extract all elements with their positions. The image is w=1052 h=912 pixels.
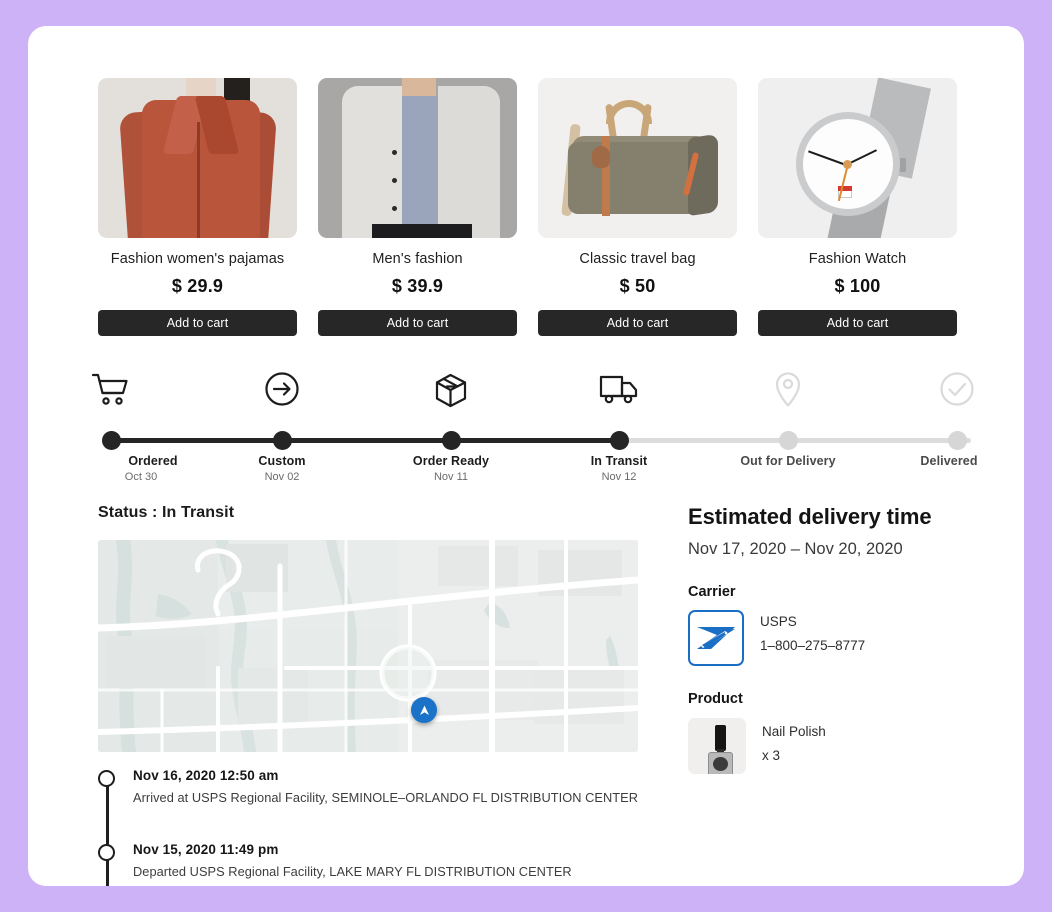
stepper-dot [101, 431, 121, 450]
product-price: $ 29.9 [171, 276, 224, 296]
product-heading: Product [688, 691, 743, 707]
product-image-travel-bag[interactable] [538, 78, 737, 238]
product-price: $ 50 [619, 276, 656, 296]
stepper-label: Delivered [920, 454, 978, 468]
stepper-label: In Transit [590, 454, 648, 468]
carrier-row: USPS 1–800–275–8777 [688, 610, 988, 666]
stepper-date: Nov 11 [433, 471, 469, 483]
carrier-heading: Carrier [688, 584, 736, 600]
product-price: $ 39.9 [391, 276, 444, 296]
stepper-dot [778, 431, 798, 450]
product-title: Men's fashion [372, 251, 463, 267]
history-item: Nov 15, 2020 11:49 pm Departed USPS Regi… [98, 842, 738, 879]
history-datetime: Nov 15, 2020 11:49 pm [133, 842, 279, 857]
history-datetime: Nov 16, 2020 12:50 am [133, 768, 279, 783]
order-tracking-card: Fashion women's pajamas $ 29.9 Add to ca… [28, 26, 1024, 886]
ordered-product-quantity: x 3 [762, 748, 781, 763]
history-dot-icon [98, 844, 115, 861]
product-title: Fashion Watch [808, 251, 907, 267]
navigation-arrow-marker[interactable] [411, 697, 437, 723]
history-dot-icon [98, 770, 115, 787]
stepper-date: Nov 02 [264, 471, 300, 483]
product-image-watch[interactable] [758, 78, 957, 238]
stepper-dot [609, 431, 629, 450]
add-to-cart-button[interactable]: Add to cart [758, 310, 957, 336]
history-description: Arrived at USPS Regional Facility, SEMIN… [133, 790, 639, 805]
carrier-phone[interactable]: 1–800–275–8777 [760, 638, 865, 653]
product-price: $ 100 [834, 276, 881, 296]
map-pin-icon [758, 368, 818, 410]
stepper-track-fill [111, 438, 624, 443]
delivery-truck-icon [589, 368, 649, 410]
navigation-arrow-icon [419, 705, 429, 715]
order-progress-stepper: Ordered Oct 30 Custom Nov 02 Order Ready… [91, 356, 987, 486]
product-image-pajamas[interactable] [98, 78, 297, 238]
usps-eagle-glyph [697, 627, 735, 649]
stepper-dot [272, 431, 292, 450]
check-circle-icon [927, 368, 987, 410]
product-card[interactable]: Men's fashion $ 39.9 Add to cart [318, 78, 517, 336]
estimated-delivery-range: Nov 17, 2020 – Nov 20, 2020 [688, 540, 903, 558]
stepper-label: Out for Delivery [740, 454, 836, 468]
shopping-cart-icon [81, 368, 141, 410]
product-title: Classic travel bag [579, 251, 696, 267]
arrow-right-circle-icon [252, 368, 312, 410]
stepper-label: Custom [258, 454, 306, 468]
stepper-label: Ordered [128, 454, 178, 468]
product-list: Fashion women's pajamas $ 29.9 Add to ca… [98, 78, 984, 336]
usps-eagle-logo-icon [688, 610, 744, 666]
stepper-dot [441, 431, 461, 450]
ordered-product-name: Nail Polish [762, 724, 826, 739]
package-box-icon [421, 368, 481, 410]
product-image-mens-fashion[interactable] [318, 78, 517, 238]
ordered-product-row: Nail Polish x 3 [688, 718, 988, 774]
map-canvas [98, 540, 638, 752]
stepper-label: Order Ready [412, 454, 490, 468]
estimated-delivery-title: Estimated delivery time [688, 504, 932, 529]
product-card[interactable]: Classic travel bag $ 50 Add to cart [538, 78, 737, 336]
carrier-name: USPS [760, 614, 797, 629]
stepper-dot [947, 431, 967, 450]
carrier-meta: USPS 1–800–275–8777 [760, 610, 865, 653]
nail-polish-thumbnail[interactable] [688, 718, 746, 774]
ordered-product-meta: Nail Polish x 3 [762, 718, 826, 763]
status-text: Status : In Transit [98, 504, 235, 521]
add-to-cart-button[interactable]: Add to cart [318, 310, 517, 336]
add-to-cart-button[interactable]: Add to cart [538, 310, 737, 336]
product-card[interactable]: Fashion Watch $ 100 Add to cart [758, 78, 957, 336]
delivery-map[interactable] [98, 540, 638, 752]
tracking-history: Nov 16, 2020 12:50 am Arrived at USPS Re… [98, 768, 738, 886]
delivery-details-panel: Estimated delivery time Nov 17, 2020 – N… [688, 504, 988, 774]
product-title: Fashion women's pajamas [110, 251, 285, 267]
stepper-date: Oct 30 [124, 471, 158, 483]
history-item: Nov 16, 2020 12:50 am Arrived at USPS Re… [98, 768, 738, 805]
stepper-date: Nov 12 [601, 471, 637, 483]
add-to-cart-button[interactable]: Add to cart [98, 310, 297, 336]
product-card[interactable]: Fashion women's pajamas $ 29.9 Add to ca… [98, 78, 297, 336]
history-description: Departed USPS Regional Facility, LAKE MA… [133, 864, 572, 879]
